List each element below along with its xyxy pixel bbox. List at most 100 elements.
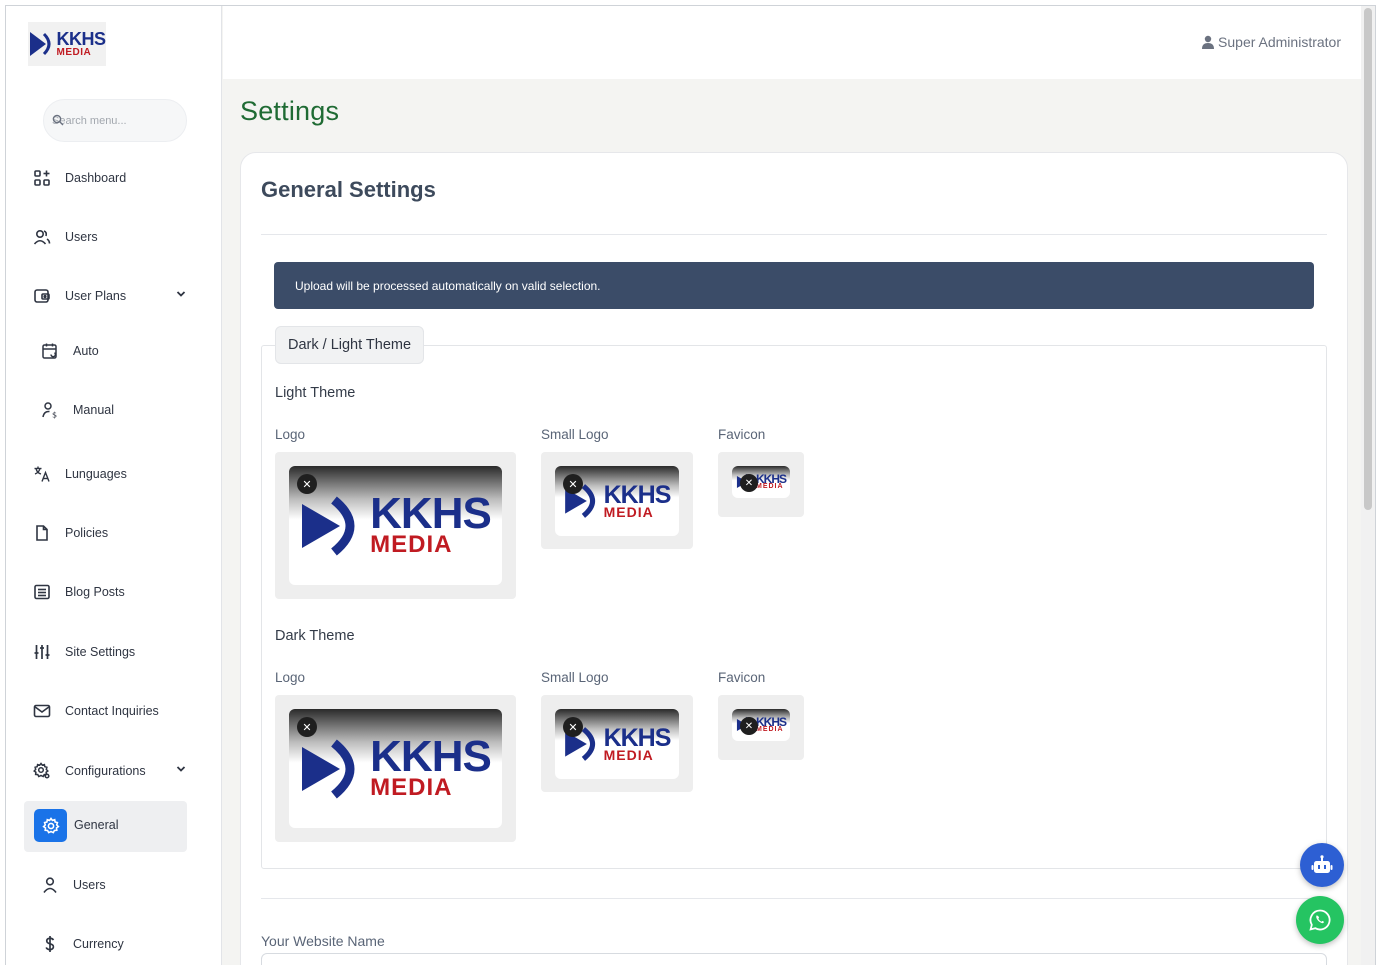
play-logo-icon (302, 496, 355, 555)
topbar: Super Administrator (223, 6, 1363, 79)
remove-light-logo-button[interactable]: ✕ (297, 474, 317, 494)
robot-icon (1311, 855, 1333, 873)
chevron-down-icon (176, 291, 186, 297)
light-small-logo-label: Small Logo (541, 427, 609, 442)
logo-brand-sub: MEDIA (603, 503, 654, 520)
info-alert: Upload will be processed automatically o… (274, 262, 1314, 309)
sidebar: KKHS MEDIA Dashboard Users (6, 6, 222, 965)
user-name: Super Administrator (1218, 34, 1341, 50)
logo-brand-name: KKHS (603, 723, 672, 752)
sidebar-item-label: User Plans (65, 289, 127, 303)
sidebar-item-label: Blog Posts (65, 585, 125, 599)
user-icon (40, 875, 60, 895)
whatsapp-button[interactable] (1296, 896, 1344, 944)
website-name-input[interactable] (261, 953, 1327, 965)
sidebar-item-contact-inquiries[interactable]: Contact Inquiries (32, 694, 192, 728)
light-favicon-preview[interactable]: KKHS MEDIA ✕ (718, 452, 804, 517)
brand-logo[interactable]: KKHS MEDIA (28, 22, 106, 66)
sidebar-item-manual[interactable]: $ Manual (40, 393, 200, 427)
mail-icon (32, 701, 52, 721)
card-title: General Settings (261, 177, 436, 202)
user-dollar-icon: $ (40, 400, 60, 420)
user-menu[interactable]: Super Administrator (1201, 34, 1341, 50)
divider (261, 234, 1327, 235)
theme-legend: Dark / Light Theme (275, 326, 425, 364)
gear-icon (34, 809, 67, 842)
sidebar-item-blog-posts[interactable]: Blog Posts (32, 575, 192, 609)
play-logo-icon (302, 739, 355, 798)
sidebar-item-policies[interactable]: Policies (32, 516, 192, 550)
app-frame: KKHS MEDIA Dashboard Users (5, 5, 1376, 965)
website-name-label: Your Website Name (261, 933, 385, 949)
logo-brand-name: KKHS (370, 489, 492, 539)
remove-dark-favicon-button[interactable]: ✕ (740, 717, 758, 735)
svg-text:$: $ (52, 411, 57, 420)
logo-brand-sub: MEDIA (603, 746, 654, 763)
divider (261, 898, 1327, 899)
sidebar-item-label: Users (73, 878, 106, 892)
logo-brand-name: KKHS (603, 480, 672, 509)
list-box-icon (32, 582, 52, 602)
dark-small-logo-preview[interactable]: KKHS MEDIA ✕ (541, 695, 693, 792)
scrollbar-thumb[interactable] (1364, 8, 1372, 510)
sidebar-item-label: Users (65, 230, 98, 244)
sidebar-item-label: Auto (73, 344, 99, 358)
wallet-icon (32, 286, 52, 306)
logo-brand-sub: MEDIA (755, 726, 784, 734)
sidebar-item-label: Configurations (65, 764, 146, 778)
logo-brand-name: KKHS (370, 732, 492, 782)
dark-favicon-preview[interactable]: KKHS MEDIA ✕ (718, 695, 804, 760)
sidebar-item-users[interactable]: Users (32, 220, 192, 254)
light-theme-heading: Light Theme (275, 385, 356, 401)
theme-legend-label: Dark / Light Theme (288, 337, 412, 353)
calendar-repeat-icon (40, 341, 60, 361)
file-icon (32, 523, 52, 543)
alert-text: Upload will be processed automatically o… (295, 278, 601, 293)
sidebar-item-label: Contact Inquiries (65, 704, 159, 718)
remove-dark-logo-button[interactable]: ✕ (297, 717, 317, 737)
search-icon (52, 114, 64, 126)
light-logo-label: Logo (275, 427, 306, 442)
dark-favicon-label: Favicon (718, 670, 766, 685)
sidebar-item-currency[interactable]: Currency (40, 927, 200, 961)
dark-logo-preview[interactable]: KKHS MEDIA ✕ (275, 695, 516, 842)
sliders-icon (32, 642, 52, 662)
menu-search-input[interactable] (50, 114, 180, 127)
light-favicon-label: Favicon (718, 427, 766, 442)
logo-brand-sub: MEDIA (755, 483, 784, 491)
logo-brand-sub: MEDIA (370, 531, 453, 559)
chevron-down-icon (176, 766, 186, 772)
sidebar-item-label: Dashboard (65, 171, 127, 185)
dark-theme-heading: Dark Theme (275, 628, 355, 644)
remove-light-favicon-button[interactable]: ✕ (740, 474, 758, 492)
sidebar-item-label: Site Settings (65, 645, 136, 659)
remove-light-small-logo-button[interactable]: ✕ (563, 474, 583, 494)
general-settings-card: General Settings Upload will be processe… (240, 152, 1348, 965)
user-icon (1202, 35, 1215, 49)
brand-name: KKHS (56, 29, 106, 50)
logo-brand-sub: MEDIA (370, 774, 453, 802)
sidebar-item-label: Currency (73, 937, 124, 951)
gear-icon (32, 761, 52, 781)
sidebar-item-label: General (74, 818, 119, 832)
page-scrollbar[interactable] (1361, 6, 1375, 965)
dollar-icon (40, 934, 60, 954)
sidebar-item-config-users[interactable]: Users (40, 868, 200, 902)
light-small-logo-preview[interactable]: KKHS MEDIA ✕ (541, 452, 693, 549)
sidebar-item-user-plans[interactable]: User Plans (32, 279, 192, 313)
chatbot-button[interactable] (1300, 843, 1344, 887)
light-logo-preview[interactable]: KKHS MEDIA ✕ (275, 452, 516, 599)
dark-logo-label: Logo (275, 670, 306, 685)
brand-sub: MEDIA (56, 46, 92, 58)
dashboard-icon (32, 168, 52, 188)
menu-search[interactable] (43, 99, 187, 142)
sidebar-item-dashboard[interactable]: Dashboard (32, 161, 192, 195)
sidebar-item-configurations[interactable]: Configurations (32, 754, 192, 788)
sidebar-item-site-settings[interactable]: Site Settings (32, 635, 192, 669)
sidebar-item-languages[interactable]: Lunguages (32, 457, 192, 491)
sidebar-item-auto[interactable]: Auto (40, 334, 200, 368)
remove-dark-small-logo-button[interactable]: ✕ (563, 717, 583, 737)
sidebar-item-label: Lunguages (65, 467, 127, 481)
dark-small-logo-label: Small Logo (541, 670, 609, 685)
users-icon (32, 227, 52, 247)
